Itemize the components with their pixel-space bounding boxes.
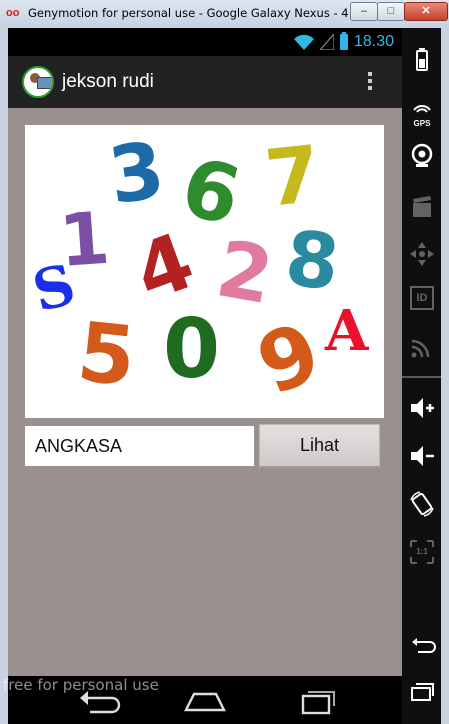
window-title: Genymotion for personal use - Google Gal… xyxy=(28,6,348,20)
window-frame-right xyxy=(441,28,449,724)
action-bar: jekson rudi xyxy=(8,56,402,109)
minimize-button[interactable]: – xyxy=(350,2,378,21)
rotate-icon[interactable] xyxy=(408,490,436,518)
digit-5: 5 xyxy=(73,305,140,405)
id-icon[interactable]: ID xyxy=(410,286,434,310)
status-bar: 18.30 xyxy=(8,28,402,56)
id-label: ID xyxy=(416,292,428,304)
home-icon[interactable] xyxy=(180,686,230,716)
letter-a: A xyxy=(324,298,370,364)
back-icon[interactable] xyxy=(408,632,436,660)
signal-icon xyxy=(319,34,334,50)
word-input[interactable] xyxy=(25,426,254,466)
battery-icon xyxy=(339,32,348,50)
android-screen: 18.30 jekson rudi 3 6 7 1 4 2 8 S A 5 0 … xyxy=(8,28,402,724)
window-title-bar: oo Genymotion for personal use - Google … xyxy=(0,0,449,29)
genymotion-toolbar: GPS ID 1:1 xyxy=(402,28,441,724)
gps-icon[interactable]: GPS xyxy=(408,98,436,128)
digit-7: 7 xyxy=(261,130,324,225)
cast-icon[interactable] xyxy=(408,333,436,361)
scale-icon[interactable]: 1:1 xyxy=(408,538,436,566)
lihat-button[interactable]: Lihat xyxy=(259,424,380,468)
volume-up-icon[interactable] xyxy=(408,394,436,422)
overflow-menu-icon[interactable] xyxy=(364,69,376,95)
genymotion-logo-icon: oo xyxy=(6,7,20,19)
camera-icon[interactable] xyxy=(408,141,436,169)
scale-label: 1:1 xyxy=(416,547,428,556)
window-frame-left xyxy=(0,28,8,724)
recent-apps-icon[interactable] xyxy=(290,686,340,716)
recent-apps-icon[interactable] xyxy=(408,678,436,706)
volume-down-icon[interactable] xyxy=(408,442,436,470)
numbers-image: 3 6 7 1 4 2 8 S A 5 0 9 xyxy=(25,125,384,418)
battery-icon[interactable] xyxy=(408,46,436,74)
wifi-icon xyxy=(293,34,314,50)
app-content: 3 6 7 1 4 2 8 S A 5 0 9 Lihat xyxy=(8,108,402,676)
toolbar-separator xyxy=(402,376,441,378)
media-icon[interactable] xyxy=(408,193,436,221)
dpad-icon[interactable] xyxy=(408,240,436,268)
digit-3: 3 xyxy=(104,125,170,222)
gps-label: GPS xyxy=(413,119,431,128)
app-title: jekson rudi xyxy=(62,71,154,92)
digit-9: 9 xyxy=(245,305,333,414)
watermark-text: free for personal use xyxy=(3,676,159,694)
digit-8: 8 xyxy=(281,213,343,307)
maximize-button[interactable]: □ xyxy=(377,2,405,21)
close-button[interactable]: ✕ xyxy=(404,2,448,21)
status-time: 18.30 xyxy=(353,33,394,50)
digit-0: 0 xyxy=(163,302,220,397)
app-avatar-icon[interactable] xyxy=(22,66,54,98)
